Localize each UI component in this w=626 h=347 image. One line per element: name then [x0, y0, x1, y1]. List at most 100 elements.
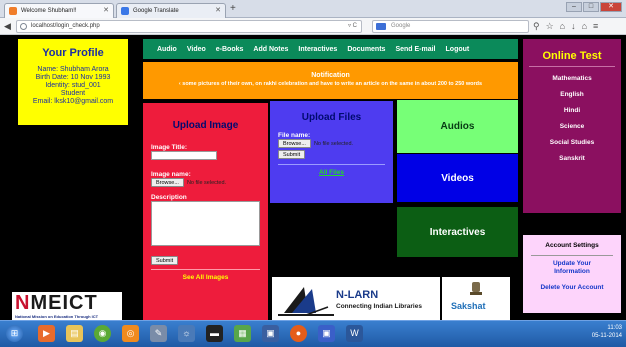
subject-science[interactable]: Science [523, 119, 621, 135]
account-settings-title: Account Settings [545, 242, 599, 249]
nlarn-tagline: Connecting Indian Libraries [336, 303, 422, 310]
subject-english[interactable]: English [523, 87, 621, 103]
menu-item-video[interactable]: Video [187, 46, 206, 53]
online-test-panel: Online Test Mathematics English Hindi Sc… [523, 39, 621, 213]
divider [151, 269, 260, 270]
description-textarea[interactable] [151, 201, 260, 246]
subject-hindi[interactable]: Hindi [523, 103, 621, 119]
file-browse-button[interactable]: Browse... [278, 139, 311, 148]
profile-panel: Your Profile Name: Shubham Arora Birth D… [18, 39, 128, 125]
tab-close-icon[interactable]: ✕ [103, 4, 109, 18]
nmeict-tagline: National Mission on Education Through IC… [15, 314, 99, 319]
menu-item-audio[interactable]: Audio [157, 46, 177, 53]
videos-tile[interactable]: Videos [397, 154, 518, 202]
image-title-label: Image Title: [151, 144, 188, 151]
account-settings-panel: Account Settings Update Your Information… [523, 235, 621, 313]
image-no-file-text: No file selected. [186, 179, 227, 186]
main-menu: Audio Video e-Books Add Notes Interactiv… [143, 39, 518, 59]
notification-title: Notification [311, 72, 350, 79]
remote-desktop-icon[interactable]: ▣ [318, 325, 335, 342]
menu-item-logout[interactable]: Logout [446, 46, 470, 53]
menu-item-documents[interactable]: Documents [347, 46, 385, 53]
start-button[interactable]: ⊞ [6, 325, 23, 342]
maximize-button[interactable]: □ [583, 2, 599, 12]
system-tray: 11:03 05-11-2014 [592, 324, 622, 340]
browser-window: Welcome Shubham!! ✕ Google Translate ✕ +… [0, 0, 626, 347]
upload-image-panel: Upload Image Image Title: Image name: Br… [143, 103, 268, 329]
nlarn-logo: N-LARN Connecting Indian Libraries [272, 277, 440, 320]
chart-app-icon[interactable]: ▦ [234, 325, 251, 342]
tab-close-icon[interactable]: ✕ [215, 4, 221, 18]
chrome-icon[interactable]: ◉ [94, 325, 111, 342]
tab-google-translate[interactable]: Google Translate ✕ [116, 3, 226, 18]
image-title-input[interactable] [151, 151, 217, 160]
subject-mathematics[interactable]: Mathematics [523, 71, 621, 87]
bookmark-icon[interactable]: ⚲ [533, 20, 540, 32]
subject-social-studies[interactable]: Social Studies [523, 135, 621, 151]
tab-label: Welcome Shubham!! [21, 8, 77, 14]
file-no-file-text: No file selected. [313, 140, 354, 147]
update-info-link[interactable]: Update Your Information [523, 260, 621, 276]
audios-tile[interactable]: Audios [397, 100, 518, 153]
windows-taskbar: ⊞ ▶ ▤ ◉ ◎ ✎ ☼ ▬ ▦ ▣ ● ▣ W 11:03 05-11-20… [0, 320, 626, 347]
minimize-button[interactable]: – [566, 2, 582, 12]
upload-image-title: Upload Image [172, 120, 239, 131]
sakshat-logo: Sakshat [442, 277, 510, 320]
globe-icon [20, 23, 27, 30]
see-all-images-link[interactable]: See All Images [143, 274, 268, 281]
menu-icon[interactable]: ≡ [593, 20, 598, 32]
search-placeholder: Google [391, 23, 411, 29]
image-name-label: Image name: [151, 171, 191, 178]
home-icon[interactable]: ⌂ [560, 20, 565, 32]
menu-item-ebooks[interactable]: e-Books [216, 46, 244, 53]
clock-date: 05-11-2014 [591, 333, 622, 339]
book-icon [278, 287, 334, 316]
interactives-tile[interactable]: Interactives [397, 207, 518, 257]
firefox-app-icon[interactable]: ◎ [122, 325, 139, 342]
clock-time: 11:03 [607, 325, 622, 331]
description-label: Description [151, 194, 187, 201]
navigation-bar: ◀ localhost/login_check.php ▿ C Google ⚲… [0, 18, 626, 35]
upload-files-title: Upload Files [301, 112, 362, 123]
google-search-icon [376, 23, 386, 30]
url-text: localhost/login_check.php [31, 23, 100, 29]
tab-bar: Welcome Shubham!! ✕ Google Translate ✕ +… [0, 0, 626, 18]
page-favicon-icon [9, 7, 17, 15]
delete-account-link[interactable]: Delete Your Account [523, 284, 621, 292]
tab-welcome[interactable]: Welcome Shubham!! ✕ [4, 3, 114, 18]
home-alt-icon[interactable]: ⌂ [582, 20, 587, 32]
book-app-icon[interactable]: ▣ [262, 325, 279, 342]
image-browse-button[interactable]: Browse... [151, 178, 184, 187]
new-tab-button[interactable]: + [230, 3, 236, 15]
profile-dob: Birth Date: 10 Nov 1993 [35, 74, 111, 81]
back-icon[interactable]: ◀ [4, 20, 11, 32]
firefox-icon[interactable]: ● [290, 325, 307, 342]
reload-icon[interactable]: ▿ C [348, 21, 357, 32]
notification-panel: Notification ‹ some pictures of their ow… [143, 62, 518, 99]
profile-email: Email: lksk10@gmail.com [32, 98, 114, 105]
file-submit-button[interactable]: Submit [278, 150, 306, 159]
divider [278, 164, 385, 165]
paint-icon[interactable]: ✎ [150, 325, 167, 342]
app-icon[interactable]: ☼ [178, 325, 195, 342]
star-icon[interactable]: ☆ [546, 20, 554, 32]
menu-item-send-email[interactable]: Send E-mail [395, 46, 435, 53]
terminal-icon[interactable]: ▬ [206, 325, 223, 342]
online-test-title: Online Test [542, 50, 602, 62]
notification-marquee: ‹ some pictures of their own, on rakhi c… [178, 81, 483, 87]
menu-item-add-notes[interactable]: Add Notes [253, 46, 288, 53]
logo-text: MEICT [30, 292, 98, 314]
profile-identity: Identity: stud_001 [45, 82, 101, 89]
address-bar[interactable]: localhost/login_check.php ▿ C [16, 20, 362, 33]
media-player-icon[interactable]: ▶ [38, 325, 55, 342]
image-submit-button[interactable]: Submit [151, 256, 179, 265]
search-input[interactable]: Google [372, 20, 529, 33]
menu-item-interactives[interactable]: Interactives [298, 46, 337, 53]
subject-sanskrit[interactable]: Sanskrit [523, 151, 621, 167]
word-icon[interactable]: W [346, 325, 363, 342]
close-window-button[interactable]: ✕ [600, 2, 622, 12]
download-icon[interactable]: ↓ [571, 20, 576, 32]
profile-role: Student [60, 90, 86, 97]
all-files-link[interactable]: All Files [270, 169, 393, 176]
file-explorer-icon[interactable]: ▤ [66, 325, 83, 342]
